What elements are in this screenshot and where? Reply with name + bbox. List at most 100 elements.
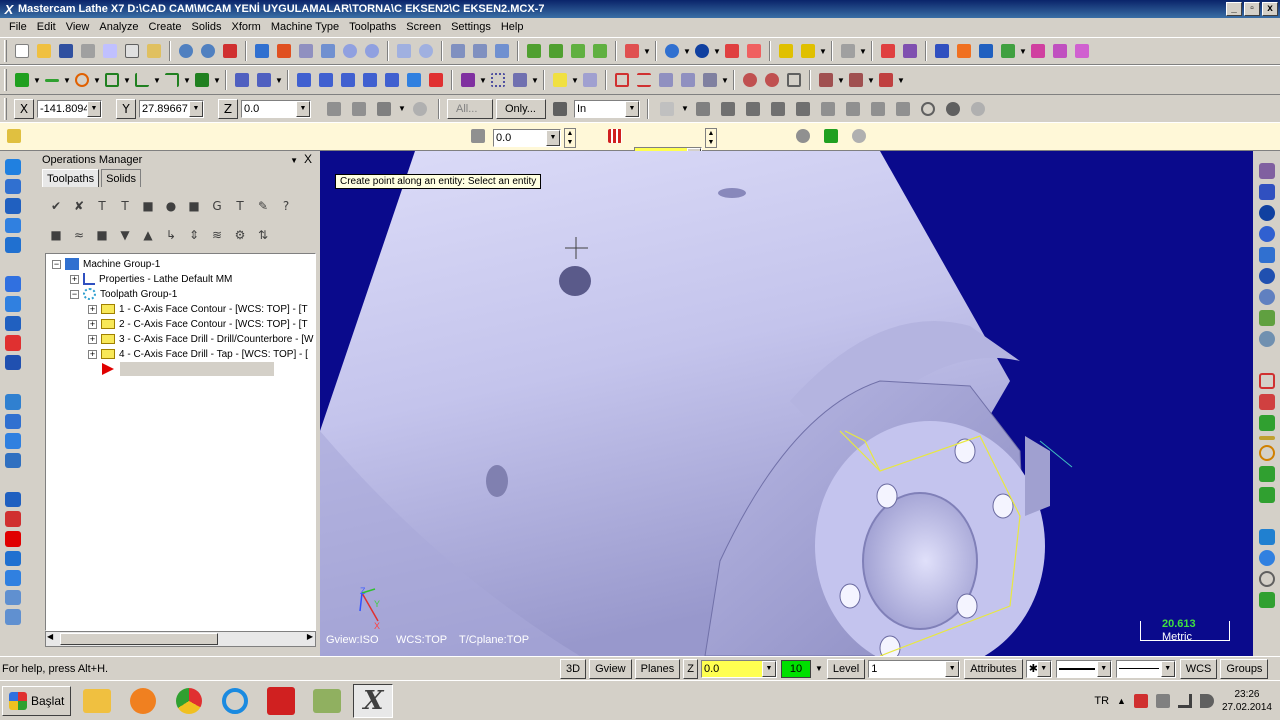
taskbar-mastercam-button[interactable]: X bbox=[353, 683, 394, 718]
menu-analyze[interactable]: Analyze bbox=[94, 21, 143, 33]
pencil-2-icon[interactable] bbox=[798, 41, 818, 61]
xform-mirror-icon[interactable] bbox=[360, 70, 380, 90]
cube-outline-2-icon[interactable] bbox=[5, 609, 21, 625]
copy-icon[interactable] bbox=[122, 41, 142, 61]
z-depth-button[interactable]: Z bbox=[683, 658, 698, 679]
gview-button[interactable]: Gview bbox=[589, 658, 632, 679]
fit-icon[interactable] bbox=[296, 41, 316, 61]
chevron-down-icon[interactable]: ▼ bbox=[290, 156, 298, 165]
menu-screen[interactable]: Screen bbox=[401, 21, 446, 33]
plane-tool-icon[interactable] bbox=[1258, 163, 1275, 179]
cube-icon[interactable] bbox=[700, 70, 720, 90]
wireframe-icon[interactable] bbox=[448, 41, 468, 61]
select-solid-icon[interactable] bbox=[818, 99, 838, 119]
diamond-icon[interactable] bbox=[1258, 529, 1275, 545]
cube-icon[interactable] bbox=[1258, 310, 1275, 326]
layout-icon[interactable] bbox=[5, 491, 21, 508]
xform-translate-icon[interactable] bbox=[294, 70, 314, 90]
repaint-icon[interactable] bbox=[274, 41, 294, 61]
select-arrow-icon[interactable] bbox=[657, 99, 677, 119]
menu-edit[interactable]: Edit bbox=[32, 21, 61, 33]
collapse-icon[interactable]: − bbox=[52, 259, 61, 269]
distance-icon[interactable] bbox=[468, 126, 488, 146]
apply-icon[interactable] bbox=[793, 126, 813, 146]
plane-tool-2-icon[interactable] bbox=[1258, 184, 1275, 200]
cplane-icon[interactable] bbox=[846, 70, 866, 90]
start-button[interactable]: Başlat bbox=[2, 685, 72, 716]
chevron-down-icon[interactable]: ▼ bbox=[819, 47, 827, 56]
chevron-down-icon[interactable]: ▼ bbox=[479, 76, 487, 85]
toggle-post-icon[interactable]: ■ bbox=[92, 225, 112, 245]
chevron-down-icon[interactable]: ▼ bbox=[93, 76, 101, 85]
edit-2-icon[interactable] bbox=[5, 570, 21, 586]
select-all-button[interactable]: All... bbox=[447, 98, 493, 119]
filter-icon[interactable]: ≋ bbox=[207, 225, 227, 245]
chevron-down-icon[interactable]: ▼ bbox=[837, 76, 845, 85]
gear-icon[interactable] bbox=[740, 70, 760, 90]
settings-icon[interactable]: ⇅ bbox=[253, 225, 273, 245]
z-coordinate-field[interactable]: 0.0 ▼ bbox=[241, 99, 311, 118]
sphere-icon[interactable] bbox=[1258, 205, 1275, 221]
verify-icon[interactable]: ● bbox=[161, 196, 181, 216]
y-axis-button[interactable]: Y bbox=[116, 98, 136, 119]
select-vector-icon[interactable] bbox=[768, 99, 788, 119]
move-down-icon[interactable]: ▼ bbox=[115, 225, 135, 245]
collapse-icon[interactable]: − bbox=[70, 289, 79, 299]
menu-solids[interactable]: Solids bbox=[187, 21, 227, 33]
sphere-icon[interactable] bbox=[692, 41, 712, 61]
expand-icon[interactable]: + bbox=[70, 274, 79, 284]
tree-node-operation[interactable]: + 3 - C-Axis Face Drill - Drill/Counterb… bbox=[88, 332, 313, 346]
xform-project-icon[interactable] bbox=[404, 70, 424, 90]
help-icon[interactable]: ? bbox=[276, 196, 296, 216]
sync-icon[interactable] bbox=[5, 178, 21, 195]
stop-icon[interactable] bbox=[5, 530, 21, 547]
segments-icon[interactable] bbox=[605, 126, 625, 146]
tab-toolpaths[interactable]: Toolpaths bbox=[42, 169, 100, 187]
post-g1-icon[interactable]: G bbox=[207, 196, 227, 216]
globe-icon[interactable] bbox=[1258, 226, 1275, 242]
autocursor-icon[interactable] bbox=[349, 99, 369, 119]
circle-icon[interactable] bbox=[1258, 445, 1275, 461]
xform-rotate-icon[interactable] bbox=[316, 70, 336, 90]
wand-icon[interactable] bbox=[838, 41, 858, 61]
grid-icon[interactable] bbox=[5, 452, 21, 469]
shape-2-icon[interactable] bbox=[5, 315, 21, 332]
globe-2-icon[interactable] bbox=[1258, 289, 1275, 305]
table-icon[interactable] bbox=[612, 70, 632, 90]
select-body-icon[interactable] bbox=[893, 99, 913, 119]
eraser-icon[interactable] bbox=[722, 41, 742, 61]
chevron-down-icon[interactable]: ▼ bbox=[546, 130, 560, 146]
chevron-down-icon[interactable]: ▼ bbox=[815, 664, 823, 673]
unzoom-icon[interactable] bbox=[416, 41, 436, 61]
chevron-down-icon[interactable]: ▼ bbox=[721, 76, 729, 85]
break-icon[interactable] bbox=[254, 70, 274, 90]
lock-icon[interactable]: ■ bbox=[46, 225, 66, 245]
tool-icon[interactable] bbox=[5, 433, 21, 449]
tree-node-operation[interactable]: + 2 - C-Axis Face Contour - [WCS: TOP] -… bbox=[88, 317, 308, 331]
network-icon[interactable] bbox=[1177, 694, 1192, 708]
solid-box-2-icon[interactable] bbox=[546, 41, 566, 61]
chevron-down-icon[interactable]: ▼ bbox=[681, 104, 689, 113]
select-only-button[interactable]: Only... bbox=[496, 98, 546, 119]
stock-icon[interactable] bbox=[5, 296, 21, 312]
solid-box-icon[interactable] bbox=[524, 41, 544, 61]
planes-button[interactable]: Planes bbox=[634, 658, 681, 679]
chevron-down-icon[interactable]: ▼ bbox=[945, 660, 960, 677]
open-file-icon[interactable] bbox=[34, 41, 54, 61]
simulate-icon[interactable]: ■ bbox=[184, 196, 204, 216]
chevron-down-icon[interactable]: ▼ bbox=[123, 76, 131, 85]
regenerate-icon[interactable]: T bbox=[92, 196, 112, 216]
chevron-down-icon[interactable]: ▼ bbox=[643, 47, 651, 56]
spline-icon[interactable] bbox=[162, 70, 182, 90]
color-swatch[interactable]: 10 bbox=[781, 659, 811, 678]
chevron-down-icon[interactable]: ▼ bbox=[213, 76, 221, 85]
backplot-icon[interactable]: ■ bbox=[138, 196, 158, 216]
trim-icon[interactable] bbox=[232, 70, 252, 90]
zoom-target-icon[interactable] bbox=[394, 41, 414, 61]
menu-machine-type[interactable]: Machine Type bbox=[266, 21, 344, 33]
ops-manager-close-button[interactable]: X bbox=[304, 152, 312, 166]
expand-icon[interactable]: + bbox=[88, 304, 97, 314]
line-icon[interactable] bbox=[42, 70, 62, 90]
close-button[interactable]: x bbox=[1262, 2, 1278, 16]
surface-icon[interactable] bbox=[656, 70, 676, 90]
